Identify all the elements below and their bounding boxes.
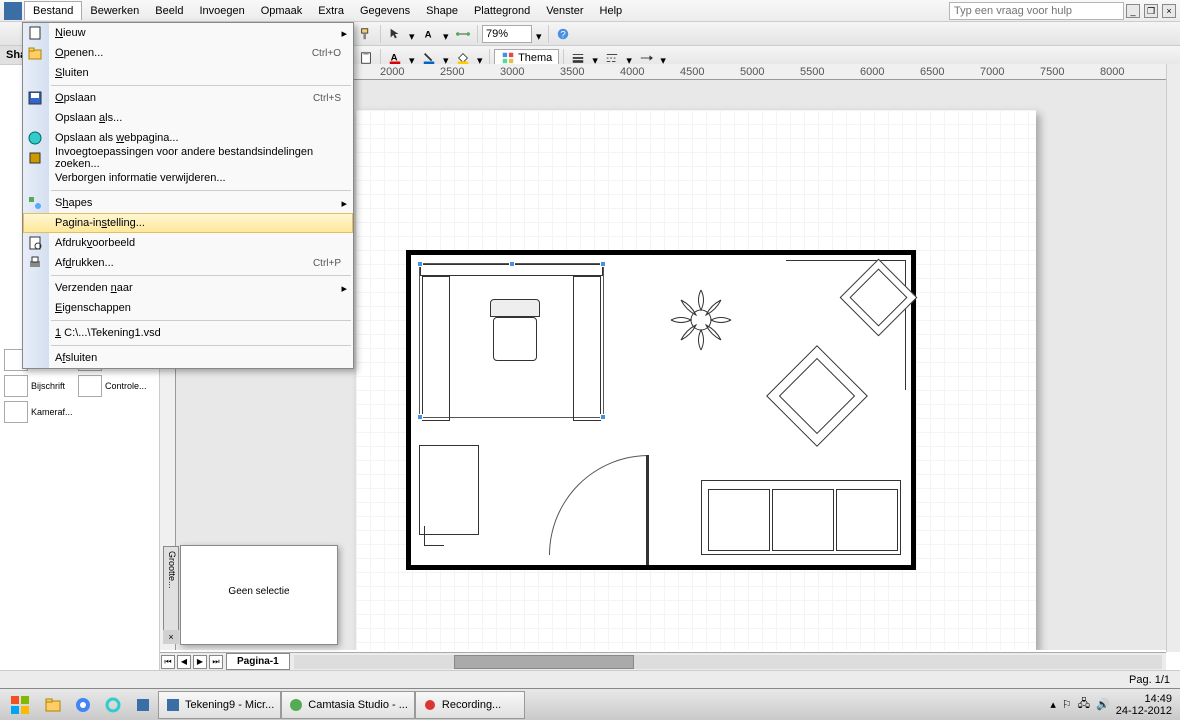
selection-handle[interactable] <box>600 261 606 267</box>
zoom-input[interactable] <box>482 25 532 43</box>
tray-flag-icon[interactable]: ⚐ <box>1062 698 1072 711</box>
dropdown-icon[interactable]: ▾ <box>536 30 544 38</box>
svg-text:?: ? <box>560 29 565 40</box>
selection-handle[interactable] <box>417 414 423 420</box>
taskbar-task-visio[interactable]: Tekening9 - Micr... <box>158 691 281 719</box>
selection-handle[interactable] <box>509 261 515 267</box>
door-shape[interactable] <box>549 455 649 565</box>
selection-handle[interactable] <box>600 414 606 420</box>
tab-nav-first[interactable]: ⏮ <box>161 655 175 669</box>
panel-close-button[interactable]: × <box>163 630 179 644</box>
drawing-page[interactable] <box>356 110 1036 650</box>
taskbar-task-recording[interactable]: Recording... <box>415 691 525 719</box>
menu-help[interactable]: Help <box>592 2 631 20</box>
page-indicator: Pag. 1/1 <box>1129 674 1170 686</box>
theme-label: Thema <box>518 52 552 64</box>
tab-nav-next[interactable]: ▶ <box>193 655 207 669</box>
size-position-panel[interactable]: Grootte... Geen selectie × <box>180 545 338 645</box>
room-outline-shape[interactable] <box>406 250 916 570</box>
menu-extra[interactable]: Extra <box>310 2 352 20</box>
dropdown-icon[interactable]: ▾ <box>592 54 600 62</box>
menu-invoegen[interactable]: Invoegen <box>191 2 252 20</box>
tray-volume-icon[interactable]: 🔊 <box>1096 698 1110 711</box>
vertical-scrollbar[interactable] <box>1166 64 1180 652</box>
selection-handle[interactable] <box>417 261 423 267</box>
shape-stencil-item[interactable]: Controle... <box>78 375 148 397</box>
windows-taskbar: Tekening9 - Micr... Camtasia Studio - ..… <box>0 688 1180 720</box>
taskbar-task-camtasia[interactable]: Camtasia Studio - ... <box>281 691 415 719</box>
menu-item[interactable]: Sluiten <box>23 63 353 83</box>
menu-item[interactable]: Verzenden naar▸ <box>23 278 353 298</box>
file-menu-dropdown: Nieuw▸Openen...Ctrl+OSluiten OpslaanCtrl+… <box>22 22 354 369</box>
system-tray[interactable]: ▴ ⚐ 🖧 🔊 14:49 24-12-2012 <box>1044 693 1178 717</box>
menu-item[interactable]: Pagina-instelling... <box>23 213 353 233</box>
help-search-input[interactable] <box>949 2 1124 20</box>
status-bar: Pag. 1/1 <box>0 670 1180 688</box>
menu-item[interactable]: Openen...Ctrl+O <box>23 43 353 63</box>
menu-item[interactable]: Nieuw▸ <box>23 23 353 43</box>
text-tool-button[interactable]: A <box>419 24 439 44</box>
menu-gegevens[interactable]: Gegevens <box>352 2 418 20</box>
page-tab[interactable]: Pagina-1 <box>226 653 290 670</box>
page-tab-bar: ⏮ ◀ ▶ ⏭ Pagina-1 <box>160 652 1166 670</box>
sofa-shape[interactable] <box>701 480 901 555</box>
plant-shape[interactable] <box>661 280 741 360</box>
menu-item[interactable]: Eigenschappen <box>23 298 353 318</box>
dropdown-icon[interactable]: ▾ <box>443 30 451 38</box>
menu-item[interactable]: Opslaan als webpagina... <box>23 128 353 148</box>
taskbar-clock[interactable]: 14:49 24-12-2012 <box>1116 693 1172 717</box>
dropdown-icon[interactable]: ▾ <box>660 54 668 62</box>
scrollbar-thumb[interactable] <box>454 655 634 669</box>
desk-shape[interactable] <box>419 263 604 418</box>
taskbar-ie[interactable] <box>98 691 128 719</box>
shape-stencil-item[interactable]: Kameraf... <box>4 401 74 423</box>
start-button[interactable] <box>2 691 38 719</box>
taskbar-explorer[interactable] <box>38 691 68 719</box>
taskbar-chrome[interactable] <box>68 691 98 719</box>
menu-venster[interactable]: Venster <box>538 2 591 20</box>
format-painter-button[interactable] <box>356 24 376 44</box>
menu-bestand[interactable]: Bestand <box>24 1 82 20</box>
tab-nav-prev[interactable]: ◀ <box>177 655 191 669</box>
dropdown-icon[interactable]: ▾ <box>443 54 451 62</box>
restore-button[interactable]: ❐ <box>1144 4 1158 18</box>
tray-network-icon[interactable]: 🖧 <box>1078 695 1090 714</box>
dropdown-icon[interactable]: ▾ <box>626 54 634 62</box>
menu-opmaak[interactable]: Opmaak <box>253 2 311 20</box>
menu-item[interactable]: Opslaan als... <box>23 108 353 128</box>
menu-item[interactable]: Afsluiten <box>23 348 353 368</box>
menu-bewerken[interactable]: Bewerken <box>82 2 147 20</box>
shape-stencil-item[interactable]: Bijschrift <box>4 375 74 397</box>
menu-item[interactable]: OpslaanCtrl+S <box>23 88 353 108</box>
minimize-button[interactable]: _ <box>1126 4 1140 18</box>
menu-item[interactable]: Verborgen informatie verwijderen... <box>23 168 353 188</box>
menubar: Bestand Bewerken Beeld Invoegen Opmaak E… <box>0 0 1180 22</box>
tray-chevron-icon[interactable]: ▴ <box>1050 698 1056 711</box>
office-chair-shape[interactable] <box>490 299 540 379</box>
menu-beeld[interactable]: Beeld <box>147 2 191 20</box>
taskbar-app[interactable] <box>128 691 158 719</box>
app-icon[interactable] <box>4 2 22 20</box>
close-button[interactable]: × <box>1162 4 1176 18</box>
dropdown-icon[interactable]: ▾ <box>409 30 417 38</box>
dropdown-icon[interactable]: ▾ <box>409 54 417 62</box>
menu-plattegrond[interactable]: Plattegrond <box>466 2 538 20</box>
tab-nav-last[interactable]: ⏭ <box>209 655 223 669</box>
menu-item[interactable]: Invoegtoepassingen voor andere bestandsi… <box>23 148 353 168</box>
menu-item[interactable]: 1 C:\...\Tekening1.vsd <box>23 323 353 343</box>
menu-item[interactable]: Afdrukken...Ctrl+P <box>23 253 353 273</box>
horizontal-scrollbar[interactable] <box>294 655 1162 669</box>
help-button[interactable]: ? <box>553 24 573 44</box>
cabinet-shape[interactable] <box>419 445 479 535</box>
pointer-tool-button[interactable] <box>385 24 405 44</box>
menu-item[interactable]: Afdrukvoorbeeld <box>23 233 353 253</box>
dropdown-icon[interactable]: ▾ <box>477 54 485 62</box>
menu-item[interactable]: Shapes▸ <box>23 193 353 213</box>
connector-tool-button[interactable] <box>453 24 473 44</box>
menu-shape[interactable]: Shape <box>418 2 466 20</box>
svg-text:A: A <box>425 29 432 40</box>
panel-content: Geen selectie <box>181 546 337 601</box>
